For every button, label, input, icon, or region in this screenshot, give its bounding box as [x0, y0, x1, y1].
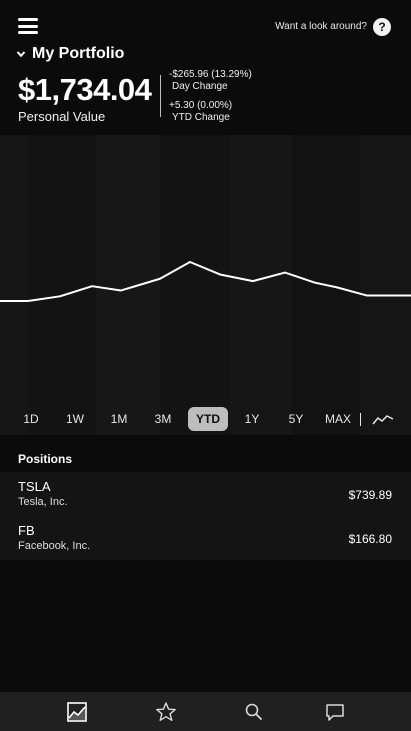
range-ytd[interactable]: YTD — [188, 407, 228, 431]
day-change-value: -$265.96 (13.29%) — [169, 69, 252, 80]
positions-title: Positions — [18, 452, 73, 466]
position-company: Tesla, Inc. — [18, 496, 68, 508]
hamburger-menu-icon[interactable] — [18, 18, 38, 34]
help-icon[interactable]: ? — [373, 18, 391, 36]
range-max[interactable]: MAX — [322, 407, 354, 431]
range-1d[interactable]: 1D — [18, 407, 44, 431]
position-price: $739.89 — [348, 488, 392, 502]
range-5y[interactable]: 5Y — [284, 407, 308, 431]
chart-type-icon[interactable] — [372, 414, 394, 426]
portfolio-selector[interactable]: My Portfolio — [16, 45, 124, 63]
search-icon — [245, 703, 262, 720]
nav-chat[interactable] — [324, 701, 346, 723]
portfolio-header: Want a look around? ? My Portfolio $1,73… — [0, 0, 411, 135]
positions-list: TSLA Tesla, Inc. $739.89 FB Facebook, In… — [0, 472, 411, 560]
day-change: -$265.96 (13.29%) Day Change — [169, 69, 252, 93]
look-around-link[interactable]: Want a look around? — [275, 21, 367, 32]
nav-watchlist[interactable] — [155, 701, 177, 723]
portfolio-value: $1,734.04 — [18, 72, 152, 107]
nav-portfolio[interactable] — [66, 701, 88, 723]
portfolio-series-line — [0, 261, 411, 302]
ytd-change: +5.30 (0.00%) YTD Change — [169, 100, 232, 124]
chevron-down-icon — [16, 51, 26, 58]
day-change-label: Day Change — [172, 81, 228, 92]
position-price: $166.80 — [348, 532, 392, 546]
position-row-fb[interactable]: FB Facebook, Inc. $166.80 — [0, 516, 411, 560]
value-divider — [160, 75, 161, 117]
range-divider — [360, 413, 361, 426]
range-1y[interactable]: 1Y — [240, 407, 264, 431]
range-1w[interactable]: 1W — [62, 407, 88, 431]
portfolio-value-label: Personal Value — [18, 109, 106, 124]
chat-icon — [326, 704, 344, 721]
position-company: Facebook, Inc. — [18, 540, 91, 552]
bottom-nav — [0, 692, 411, 731]
range-1m[interactable]: 1M — [106, 407, 132, 431]
nav-search[interactable] — [243, 701, 265, 723]
position-row-tsla[interactable]: TSLA Tesla, Inc. $739.89 — [0, 472, 411, 516]
position-ticker: FB — [18, 523, 35, 538]
ytd-change-label: YTD Change — [172, 112, 230, 123]
range-selector: 1D 1W 1M 3M YTD 1Y 5Y MAX — [0, 404, 411, 434]
ytd-change-value: +5.30 (0.00%) — [169, 100, 233, 111]
portfolio-icon — [67, 702, 87, 722]
portfolio-title: My Portfolio — [32, 45, 125, 62]
portfolio-line-chart — [0, 261, 411, 302]
position-ticker: TSLA — [18, 479, 51, 494]
watchlist-star-icon — [156, 702, 176, 721]
portfolio-chart[interactable] — [0, 135, 411, 435]
range-3m[interactable]: 3M — [150, 407, 176, 431]
